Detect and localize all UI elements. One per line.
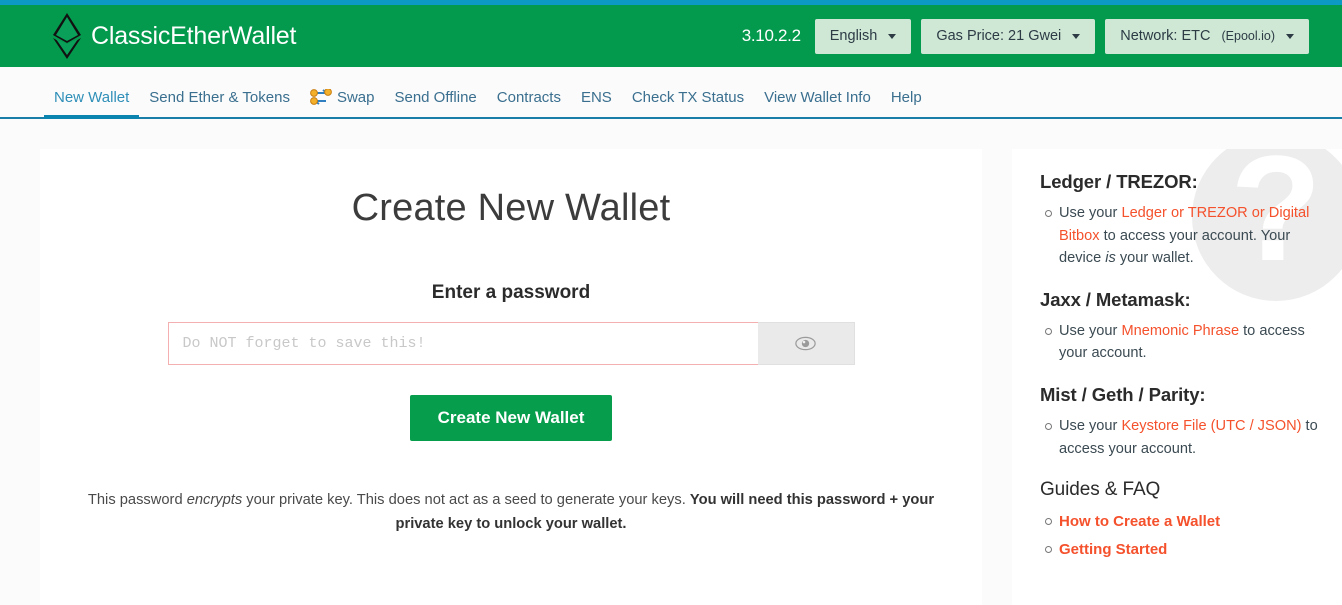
disclaimer-part2: your private key. This does not act as a…	[242, 492, 690, 508]
nav-item-swap[interactable]: Swap	[300, 89, 385, 117]
help-group: Mist / Geth / Parity: Use your Keystore F…	[1040, 384, 1320, 460]
nav-item-send-offline[interactable]: Send Offline	[384, 90, 486, 117]
page-body: Create New Wallet Enter a password Creat…	[0, 119, 1342, 605]
nav-item-label: ENS	[580, 89, 612, 106]
help-group: Ledger / TREZOR: Use your Ledger or TREZO…	[1040, 171, 1320, 270]
app-header: ClassicEtherWallet 3.10.2.2 English Gas …	[0, 5, 1342, 67]
language-selector[interactable]: English	[814, 18, 912, 54]
language-selector-label: English	[829, 28, 878, 44]
help-group: Jaxx / Metamask: Use your Mnemonic Phrase…	[1040, 289, 1320, 365]
help-list-item: Use your Ledger or TREZOR or Digital Bit…	[1045, 202, 1320, 270]
help-group-heading: Ledger / TREZOR:	[1040, 171, 1198, 192]
nav-item-ens[interactable]: ENS	[571, 90, 622, 117]
help-group-list: Use your Mnemonic Phrase to access your …	[1040, 320, 1320, 365]
help-sidebar: ? Ledger / TREZOR: Use your Ledger or TRE…	[1012, 149, 1342, 605]
network-label: Network: ETC	[1120, 28, 1211, 44]
help-list-item: How to Create a Wallet	[1045, 510, 1320, 534]
nav-item-label: Help	[890, 89, 922, 106]
help-sidebar-content: Ledger / TREZOR: Use your Ledger or TREZO…	[1040, 171, 1320, 561]
nav-item-check-tx-status[interactable]: Check TX Status	[622, 90, 754, 117]
brand-name: ClassicEtherWallet	[91, 21, 297, 50]
nav-item-help[interactable]: Help	[881, 90, 932, 117]
nav-item-label: New Wallet	[54, 89, 130, 106]
swap-icon	[310, 89, 332, 105]
nav-item-label: View Wallet Info	[764, 89, 871, 106]
help-text-before: Use your	[1059, 322, 1122, 339]
help-text-italic: is	[1105, 250, 1116, 267]
help-group-heading: Mist / Geth / Parity:	[1040, 384, 1206, 406]
password-disclaimer: This password encrypts your private key.…	[80, 489, 942, 537]
page-title: Create New Wallet	[351, 187, 671, 229]
eye-icon	[795, 336, 816, 351]
gas-price-selector[interactable]: Gas Price: 21 Gwei	[921, 18, 1096, 54]
help-list-item: Use your Mnemonic Phrase to access your …	[1045, 320, 1320, 365]
help-list-item: Use your Keystore File (UTC / JSON) to a…	[1045, 415, 1320, 460]
help-group-list: How to Create a Wallet Getting Started	[1040, 510, 1320, 561]
header-controls: 3.10.2.2 English Gas Price: 21 Gwei Netw…	[741, 18, 1309, 54]
help-link[interactable]: How to Create a Wallet	[1059, 513, 1220, 530]
nav-item-label: Check TX Status	[631, 89, 745, 106]
help-group-heading: Jaxx / Metamask:	[1040, 288, 1191, 310]
help-group: Guides & FAQ How to Create a Wallet Gettin…	[1040, 479, 1320, 561]
create-new-wallet-button[interactable]: Create New Wallet	[409, 395, 613, 441]
toggle-password-visibility-button[interactable]	[757, 322, 855, 365]
gas-price-label: Gas Price: 21 Gwei	[936, 28, 1062, 44]
disclaimer-part1: This password	[87, 492, 187, 508]
password-input[interactable]	[167, 322, 758, 365]
nav-item-label: Send Ether & Tokens	[149, 89, 290, 106]
network-sublabel: (Epool.io)	[1221, 29, 1276, 43]
help-group-heading: Guides & FAQ	[1040, 479, 1161, 501]
help-text-before: Use your	[1059, 418, 1122, 435]
chevron-down-icon	[1286, 33, 1294, 39]
chevron-down-icon	[888, 33, 897, 39]
brand[interactable]: ClassicEtherWallet	[52, 13, 296, 59]
app-version: 3.10.2.2	[741, 26, 801, 45]
create-wallet-row: Create New Wallet	[80, 395, 942, 441]
password-label: Enter a password	[431, 282, 591, 303]
help-list-item: Getting Started	[1045, 538, 1320, 562]
password-row	[80, 322, 942, 365]
nav-item-send-ether-tokens[interactable]: Send Ether & Tokens	[139, 90, 300, 117]
disclaimer-emphasis: encrypts	[186, 492, 243, 508]
nav-item-label: Send Offline	[394, 89, 477, 106]
help-link[interactable]: Keystore File (UTC / JSON)	[1121, 418, 1301, 434]
chevron-down-icon	[1072, 33, 1081, 39]
main-navigation: New Wallet Send Ether & Tokens Swap Send Of…	[0, 67, 1342, 119]
nav-item-view-wallet-info[interactable]: View Wallet Info	[754, 90, 881, 117]
nav-item-label: Swap	[336, 88, 375, 106]
create-wallet-card: Create New Wallet Enter a password Creat…	[40, 149, 982, 605]
help-text-before: Use your	[1059, 205, 1122, 221]
help-text-tail: your wallet.	[1115, 250, 1194, 267]
help-link[interactable]: Getting Started	[1059, 541, 1167, 558]
ethereum-classic-logo-icon	[53, 13, 81, 59]
nav-item-label: Contracts	[496, 89, 561, 106]
help-link[interactable]: Mnemonic Phrase	[1121, 323, 1239, 339]
help-group-list: Use your Ledger or TREZOR or Digital Bit…	[1040, 202, 1320, 270]
help-group-list: Use your Keystore File (UTC / JSON) to a…	[1040, 415, 1320, 460]
network-selector[interactable]: Network: ETC (Epool.io)	[1105, 18, 1309, 54]
nav-item-new-wallet[interactable]: New Wallet	[44, 89, 140, 119]
nav-item-contracts[interactable]: Contracts	[487, 90, 571, 117]
